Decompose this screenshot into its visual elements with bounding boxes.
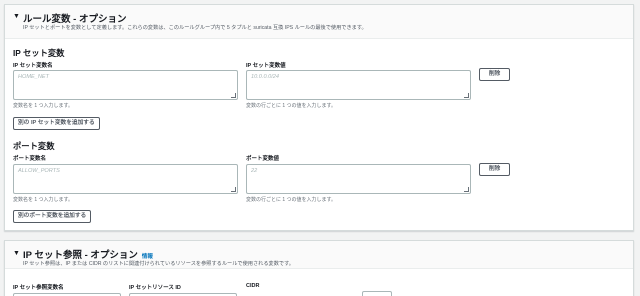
- rule-variables-description: IP セットとポートを変数として定義します。これらの変数は、このルールグループ内…: [23, 25, 367, 31]
- ip-set-name-label: IP セット変数名: [13, 63, 53, 69]
- ip-set-name-input[interactable]: HOME_NET: [13, 70, 238, 100]
- ip-set-value-label: IP セット変数値: [246, 63, 286, 69]
- ip-set-name-hint: 変数名を 1 つ入力します。: [13, 103, 74, 109]
- ip-set-value-input[interactable]: 10.0.0.0/24: [246, 70, 471, 100]
- cidr-label: CIDR: [246, 283, 260, 289]
- resize-grip-icon[interactable]: [231, 93, 236, 98]
- ip-set-references-panel: ▼ IP セット参照 - オプション 情報 IP セット参照は、IP または CI…: [4, 240, 634, 296]
- ip-set-references-header[interactable]: ▼ IP セット参照 - オプション 情報 IP セット参照は、IP または CI…: [5, 241, 633, 269]
- port-name-hint: 変数名を 1 つ入力します。: [13, 197, 74, 203]
- caret-down-icon[interactable]: ▼: [13, 250, 20, 257]
- port-name-label: ポート変数名: [13, 156, 47, 162]
- ip-set-references-description: IP セット参照は、IP または CIDR のリストに関連付けられているリソース…: [23, 261, 294, 267]
- add-ip-set-variable-button[interactable]: 別の IP セット変数を追加する: [13, 117, 100, 130]
- resize-grip-icon[interactable]: [464, 93, 469, 98]
- port-variables-title: ポート変数: [13, 141, 55, 151]
- add-port-variable-button[interactable]: 別のポート変数を追加する: [13, 210, 92, 223]
- rule-variables-title: ルール変数 - オプション: [23, 14, 127, 25]
- resize-grip-icon[interactable]: [464, 187, 469, 192]
- rule-variables-header[interactable]: ▼ ルール変数 - オプション IP セットとポートを変数として定義します。これ…: [5, 5, 633, 39]
- port-name-placeholder: ALLOW_PORTS: [18, 168, 60, 174]
- ip-set-value-placeholder: 10.0.0.0/24: [251, 74, 279, 80]
- ip-set-value-hint: 変数の行ごとに 1 つの値を入力します。: [246, 103, 337, 109]
- port-value-placeholder: 22: [251, 168, 258, 174]
- resize-grip-icon[interactable]: [231, 187, 236, 192]
- ip-set-reference-name-label: IP セット参照変数名: [13, 285, 64, 291]
- caret-down-icon[interactable]: ▼: [13, 13, 20, 20]
- ip-set-variables-title: IP セット変数: [13, 48, 65, 58]
- ip-set-resource-id-label: IP セットリソース ID: [129, 285, 181, 291]
- port-value-hint: 変数の行ごとに 1 つの値を入力します。: [246, 197, 337, 203]
- port-name-input[interactable]: ALLOW_PORTS: [13, 164, 238, 194]
- remove-ip-set-button[interactable]: 削除: [479, 68, 510, 81]
- ip-set-references-title: IP セット参照 - オプション 情報: [23, 247, 153, 261]
- rule-variables-panel: ▼ ルール変数 - オプション IP セットとポートを変数として定義します。これ…: [4, 4, 634, 231]
- port-value-label: ポート変数値: [246, 156, 280, 162]
- cidr-field[interactable]: [362, 291, 392, 296]
- ip-set-name-placeholder: HOME_NET: [18, 74, 50, 80]
- port-value-input[interactable]: 22: [246, 164, 471, 194]
- remove-port-button[interactable]: 削除: [479, 163, 510, 176]
